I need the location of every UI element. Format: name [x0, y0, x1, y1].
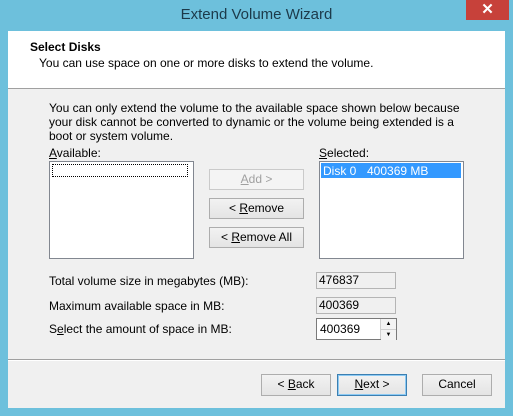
back-button[interactable]: < Back — [261, 374, 331, 396]
title-bar[interactable]: Extend Volume Wizard ✕ — [0, 0, 513, 30]
page-title: Select Disks — [30, 40, 101, 54]
focus-rectangle — [52, 164, 188, 177]
amount-spinbox[interactable]: 400369 ▲ ▼ — [316, 318, 397, 340]
total-size-value: 476837 — [316, 272, 396, 289]
available-listbox[interactable] — [49, 161, 194, 259]
spin-up-icon[interactable]: ▲ — [381, 319, 396, 330]
spin-down-icon[interactable]: ▼ — [381, 330, 396, 340]
list-item[interactable]: Disk 0 400369 MB — [321, 163, 461, 178]
total-size-label: Total volume size in megabytes (MB): — [49, 274, 249, 288]
max-space-label: Maximum available space in MB: — [49, 299, 225, 313]
window-title: Extend Volume Wizard — [180, 6, 333, 23]
next-button[interactable]: Next > — [337, 374, 407, 396]
max-space-value: 400369 — [316, 297, 396, 314]
amount-input[interactable]: 400369 — [320, 322, 360, 336]
description-text: You can only extend the volume to the av… — [49, 101, 460, 143]
close-button[interactable]: ✕ — [466, 0, 509, 20]
disk-size: 400369 MB — [367, 164, 429, 178]
cancel-button[interactable]: Cancel — [422, 374, 492, 396]
spin-buttons: ▲ ▼ — [380, 319, 396, 340]
amount-label: Select the amount of space in MB: — [49, 322, 232, 336]
close-icon: ✕ — [481, 1, 494, 18]
wizard-header: Select Disks You can use space on one or… — [8, 31, 505, 89]
wizard-client-area: Select Disks You can use space on one or… — [8, 31, 505, 408]
disk-name: Disk 0 — [323, 164, 357, 178]
remove-button[interactable]: < Remove — [209, 198, 304, 219]
wizard-window: Extend Volume Wizard ✕ Select Disks You … — [0, 0, 513, 416]
remove-all-button[interactable]: < Remove All — [209, 227, 304, 248]
footer-separator — [8, 359, 505, 361]
page-subtitle: You can use space on one or more disks t… — [39, 56, 374, 70]
selected-listbox[interactable]: Disk 0 400369 MB — [319, 161, 464, 259]
available-label: Available: — [49, 146, 101, 160]
selected-label: Selected: — [319, 146, 370, 160]
add-button[interactable]: Add > — [209, 169, 304, 190]
